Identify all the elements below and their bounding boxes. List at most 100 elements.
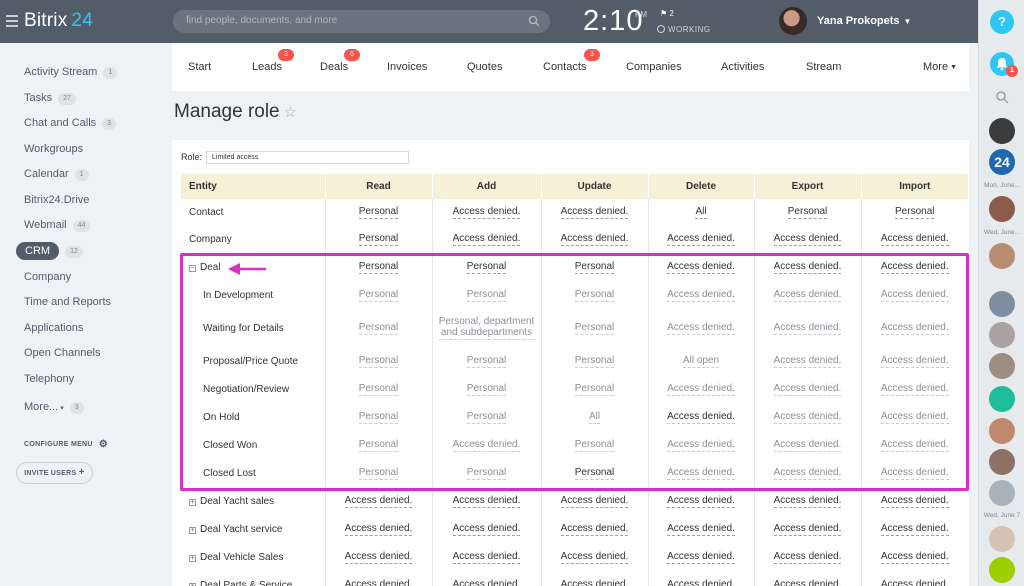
permission-select[interactable]: Personal xyxy=(358,322,399,335)
permission-select[interactable]: Access denied. xyxy=(667,579,735,586)
brand-logo[interactable]: Bitrix 24 xyxy=(24,10,93,32)
permission-select[interactable]: Personal xyxy=(574,322,615,335)
permission-select[interactable]: Access denied. xyxy=(667,439,735,452)
sidebar-item-applications[interactable]: Applications xyxy=(24,320,83,336)
user-menu[interactable]: Yana Prokopets ▼ xyxy=(817,15,911,27)
permission-select[interactable]: Personal xyxy=(574,467,615,480)
permission-select[interactable]: Personal xyxy=(358,383,399,396)
permission-select[interactable]: Access denied. xyxy=(773,355,842,368)
permission-select[interactable]: Personal xyxy=(358,233,399,246)
permission-select[interactable]: Access denied. xyxy=(773,467,842,480)
permission-select[interactable]: Access denied. xyxy=(452,523,521,536)
permission-select[interactable]: Access denied. xyxy=(452,233,521,246)
permission-select[interactable]: Access denied. xyxy=(667,261,735,274)
permission-select[interactable]: Access denied. xyxy=(667,233,735,246)
permission-select[interactable]: Personal xyxy=(466,411,507,424)
permission-select[interactable]: Personal xyxy=(358,261,399,274)
work-status[interactable]: WORKING xyxy=(657,25,711,34)
permission-select[interactable]: Personal, department and subdepartments xyxy=(438,316,535,340)
tab-stream[interactable]: Stream xyxy=(806,61,841,73)
permission-select[interactable]: Personal xyxy=(574,383,615,396)
permission-select[interactable]: Access denied. xyxy=(560,206,629,219)
permission-select[interactable]: Access denied. xyxy=(667,551,735,564)
sidebar-item-calendar[interactable]: Calendar 1 xyxy=(24,166,89,182)
menu-icon[interactable] xyxy=(6,15,18,27)
sidebar-item-telephony[interactable]: Telephony xyxy=(24,371,74,387)
permission-select[interactable]: Access denied. xyxy=(344,495,413,508)
permission-select[interactable]: Access denied. xyxy=(773,411,842,424)
avatar[interactable] xyxy=(989,449,1015,475)
permission-select[interactable]: Access denied. xyxy=(880,261,949,274)
collapse-icon[interactable]: − xyxy=(189,264,196,272)
permission-select[interactable]: Access denied. xyxy=(452,551,521,564)
permission-select[interactable]: Access denied. xyxy=(880,551,949,564)
permission-select[interactable]: Access denied. xyxy=(560,523,629,536)
permission-select[interactable]: Personal xyxy=(358,411,399,424)
sidebar-item-time-and-reports[interactable]: Time and Reports xyxy=(24,294,111,310)
permission-select[interactable]: Access denied. xyxy=(452,495,521,508)
permission-select[interactable]: Access denied. xyxy=(881,579,949,586)
permission-select[interactable]: Access denied. xyxy=(667,383,735,396)
tab-deals[interactable]: Deals 6 xyxy=(320,49,360,73)
sidebar-item-chat-and-calls[interactable]: Chat and Calls 3 xyxy=(24,115,117,131)
permission-select[interactable]: All xyxy=(695,206,707,219)
permission-select[interactable]: Access denied. xyxy=(880,289,949,302)
avatar[interactable] xyxy=(989,418,1015,444)
avatar[interactable] xyxy=(989,480,1015,506)
search-input[interactable]: find people, documents, and more xyxy=(173,10,550,33)
permission-select[interactable]: Access denied. xyxy=(452,439,521,452)
permission-select[interactable]: Personal xyxy=(466,355,507,368)
permission-select[interactable]: Access denied. xyxy=(560,551,629,564)
permission-select[interactable]: Access denied. xyxy=(880,383,949,396)
permission-select[interactable]: Access denied. xyxy=(344,523,413,536)
permission-select[interactable]: Access denied. xyxy=(880,411,949,424)
permission-select[interactable]: Access denied. xyxy=(453,579,521,586)
avatar[interactable] xyxy=(989,291,1015,317)
permission-select[interactable]: Personal xyxy=(466,467,507,480)
star-icon[interactable]: ☆ xyxy=(284,104,297,121)
permission-select[interactable]: Access denied. xyxy=(880,355,949,368)
permission-select[interactable]: Access denied. xyxy=(667,523,735,536)
permission-select[interactable]: Access denied. xyxy=(773,523,842,536)
role-name-input[interactable]: Limited access xyxy=(206,151,409,164)
permission-select[interactable]: All xyxy=(588,411,601,424)
permission-select[interactable]: Personal xyxy=(358,289,399,302)
tab-quotes[interactable]: Quotes xyxy=(467,61,502,73)
permission-select[interactable]: Access denied. xyxy=(773,261,842,274)
megaphone-icon[interactable] xyxy=(989,386,1015,412)
permission-select[interactable]: Access denied. xyxy=(773,495,842,508)
sidebar-item-activity-stream[interactable]: Activity Stream 1 xyxy=(24,64,118,80)
tab-start[interactable]: Start xyxy=(188,61,211,73)
permission-select[interactable]: Personal xyxy=(574,355,615,368)
search-icon[interactable] xyxy=(995,90,1009,104)
permission-select[interactable]: Access denied. xyxy=(880,467,949,480)
permission-select[interactable]: Personal xyxy=(358,206,399,219)
search-icon[interactable] xyxy=(528,15,540,27)
permission-select[interactable]: Access denied. xyxy=(667,289,735,302)
avatar[interactable] xyxy=(989,526,1015,552)
permission-select[interactable]: Personal xyxy=(466,261,507,274)
tab-invoices[interactable]: Invoices xyxy=(387,61,427,73)
permission-select[interactable]: Access denied. xyxy=(773,383,842,396)
permission-select[interactable]: Access denied. xyxy=(880,523,949,536)
user-avatar[interactable] xyxy=(779,7,807,35)
permission-select[interactable]: Access denied. xyxy=(880,322,949,335)
tab-companies[interactable]: Companies xyxy=(626,61,682,73)
expand-icon[interactable]: + xyxy=(189,582,196,586)
permission-select[interactable]: Access denied. xyxy=(773,322,842,335)
permission-select[interactable]: Personal xyxy=(787,206,828,219)
sidebar-item-more[interactable]: More... ▾ 3 xyxy=(24,399,84,415)
permission-select[interactable]: Access denied. xyxy=(561,579,629,586)
permission-select[interactable]: Personal xyxy=(358,467,399,480)
invite-users-button[interactable]: INVITE USERS + xyxy=(16,462,93,484)
permission-select[interactable]: Access denied. xyxy=(880,495,949,508)
help-button[interactable]: ? xyxy=(990,10,1014,34)
permission-select[interactable]: Access denied. xyxy=(344,551,413,564)
permission-select[interactable]: Access denied. xyxy=(560,495,629,508)
phone-icon[interactable] xyxy=(989,557,1015,583)
permission-select[interactable]: Access denied. xyxy=(667,322,735,335)
permission-select[interactable]: Access denied. xyxy=(452,206,521,219)
permission-select[interactable]: Access denied. xyxy=(773,233,842,246)
sidebar-item-workgroups[interactable]: Workgroups xyxy=(24,141,83,157)
permission-select[interactable]: Personal xyxy=(466,289,507,302)
